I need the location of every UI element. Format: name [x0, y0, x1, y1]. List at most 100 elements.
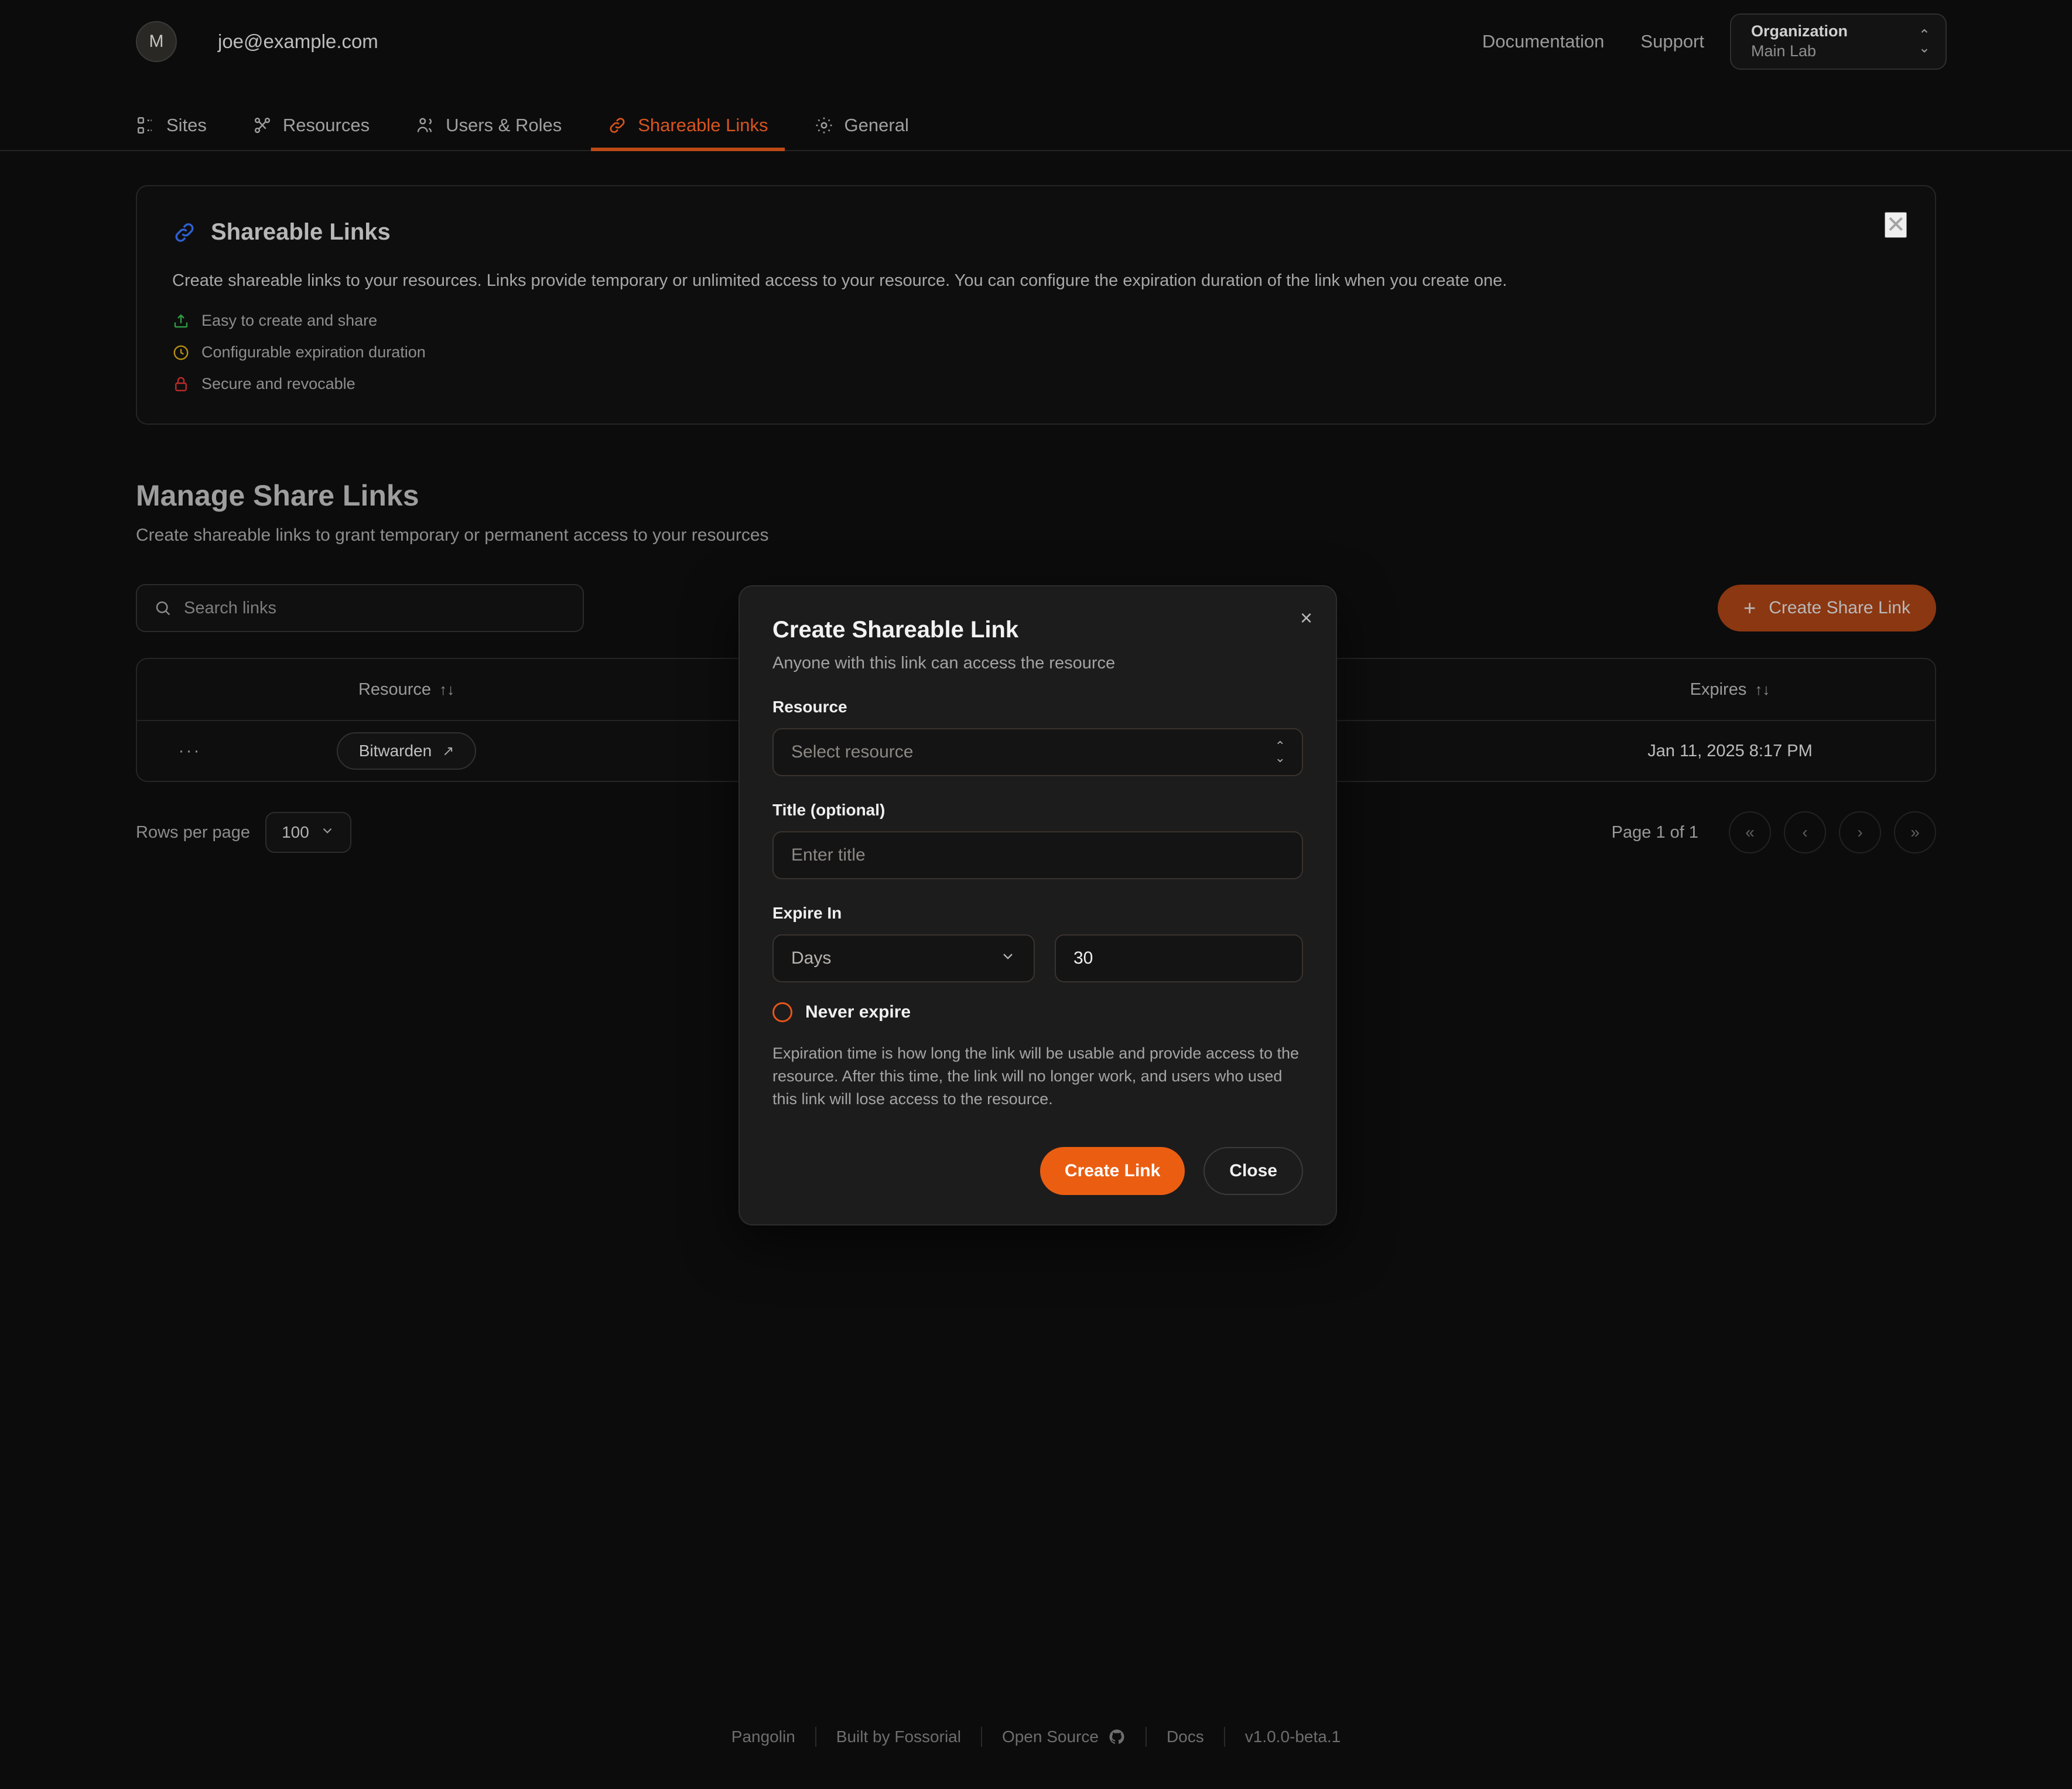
never-expire-label: Never expire	[805, 1002, 911, 1022]
tab-shareable-links[interactable]: Shareable Links	[607, 115, 768, 150]
expiration-note: Expiration time is how long the link wil…	[772, 1042, 1303, 1111]
sites-icon	[136, 115, 156, 135]
info-bullet-label: Configurable expiration duration	[201, 343, 426, 361]
close-icon[interactable]: ✕	[1885, 212, 1907, 238]
column-resource-header: Resource ↑↓	[358, 680, 454, 699]
page-subtitle: Create shareable links to grant temporar…	[136, 525, 1936, 545]
tab-users-roles-label: Users & Roles	[446, 115, 562, 136]
last-page-button[interactable]: »	[1894, 811, 1936, 853]
page-title: Manage Share Links	[136, 479, 1936, 513]
never-expire-radio[interactable]	[772, 1002, 792, 1022]
next-page-button[interactable]: ›	[1839, 811, 1881, 853]
expire-amount-input[interactable]	[1073, 948, 1284, 968]
expire-amount-wrap[interactable]	[1055, 934, 1303, 982]
search-icon	[153, 599, 172, 617]
footer: Pangolin Built by Fossorial Open Source …	[0, 1727, 2072, 1747]
column-expires[interactable]: Expires ↑↓	[1525, 680, 1935, 699]
search-input[interactable]	[184, 599, 566, 618]
app-root: M joe@example.com Documentation Support …	[0, 0, 2072, 1789]
chevron-updown-icon: ⌃⌄	[1919, 29, 1930, 54]
dialog-close-icon[interactable]: ×	[1300, 607, 1312, 629]
expire-unit-select[interactable]: Days	[772, 934, 1035, 982]
sort-icon[interactable]: ↑↓	[439, 681, 454, 699]
resource-badge[interactable]: Bitwarden ↗	[337, 732, 477, 770]
rows-per-page-label: Rows per page	[136, 823, 250, 842]
tab-users-roles[interactable]: Users & Roles	[415, 115, 562, 150]
resource-select-value: Select resource	[791, 742, 913, 762]
footer-open-source-label: Open Source	[1002, 1727, 1099, 1746]
clock-icon	[172, 344, 190, 361]
footer-built-by[interactable]: Built by Fossorial	[836, 1727, 961, 1746]
previous-page-button[interactable]: ‹	[1784, 811, 1826, 853]
plus-icon: +	[1743, 598, 1756, 619]
documentation-link[interactable]: Documentation	[1482, 31, 1605, 52]
external-link-icon: ↗	[442, 743, 454, 760]
support-link[interactable]: Support	[1640, 31, 1704, 52]
tab-general-label: General	[844, 115, 909, 136]
expire-field-label: Expire In	[772, 904, 1303, 923]
dialog-subtitle: Anyone with this link can access the res…	[772, 654, 1303, 673]
github-icon	[1108, 1728, 1126, 1746]
footer-brand[interactable]: Pangolin	[731, 1727, 795, 1746]
title-field-label: Title (optional)	[772, 801, 1303, 820]
rows-per-page-select[interactable]: 100	[265, 812, 351, 853]
column-expires-header: Expires ↑↓	[1690, 680, 1770, 699]
column-resource[interactable]: Resource ↑↓	[242, 680, 570, 699]
info-card-header: Shareable Links	[172, 219, 1900, 245]
organization-selector[interactable]: Organization Main Lab ⌃⌄	[1730, 13, 1947, 70]
organization-label: Organization	[1751, 22, 1848, 42]
footer-version: v1.0.0-beta.1	[1245, 1727, 1341, 1746]
create-share-link-button[interactable]: + Create Share Link	[1718, 585, 1936, 631]
title-input[interactable]	[791, 845, 1284, 865]
column-expires-label: Expires	[1690, 680, 1747, 699]
tab-sites-label: Sites	[166, 115, 207, 136]
close-dialog-button[interactable]: Close	[1203, 1147, 1303, 1195]
create-link-button[interactable]: Create Link	[1040, 1147, 1185, 1195]
chevron-updown-icon: ⌃⌄	[1275, 740, 1285, 764]
main-nav: Sites Resources Users & Roles	[0, 83, 2072, 151]
dialog-actions: Create Link Close	[772, 1147, 1303, 1195]
avatar[interactable]: M	[136, 21, 177, 62]
row-expires-cell: Jan 11, 2025 8:17 PM	[1525, 742, 1935, 761]
footer-separator	[981, 1727, 982, 1747]
row-actions-menu[interactable]: ···	[137, 741, 242, 761]
tab-resources-label: Resources	[283, 115, 370, 136]
tab-resources[interactable]: Resources	[252, 115, 370, 150]
pagination-controls: Page 1 of 1 « ‹ › »	[1612, 811, 1936, 853]
info-card-bullets: Easy to create and share Configurable ex…	[172, 312, 1900, 393]
avatar-initial: M	[149, 32, 164, 52]
info-bullet: Configurable expiration duration	[172, 343, 1900, 361]
search-box[interactable]	[136, 584, 584, 632]
top-bar: M joe@example.com Documentation Support …	[0, 0, 2072, 83]
info-bullet-label: Secure and revocable	[201, 375, 355, 393]
chevron-down-icon	[1000, 948, 1016, 969]
info-bullet-label: Easy to create and share	[201, 312, 377, 330]
first-page-button[interactable]: «	[1729, 811, 1771, 853]
footer-separator	[1224, 1727, 1225, 1747]
gear-icon	[814, 115, 834, 135]
info-bullet: Easy to create and share	[172, 312, 1900, 330]
tab-general[interactable]: General	[814, 115, 909, 150]
link-icon	[607, 115, 627, 135]
tab-sites[interactable]: Sites	[136, 115, 207, 150]
sort-icon[interactable]: ↑↓	[1755, 681, 1770, 699]
info-card: ✕ Shareable Links Create shareable links…	[136, 185, 1936, 425]
footer-separator	[815, 1727, 816, 1747]
top-bar-right: Documentation Support Organization Main …	[1482, 13, 1947, 70]
users-icon	[415, 115, 435, 135]
info-card-description: Create shareable links to your resources…	[172, 271, 1900, 291]
column-resource-label: Resource	[358, 680, 431, 699]
footer-open-source[interactable]: Open Source	[1002, 1727, 1126, 1746]
user-email: joe@example.com	[218, 30, 378, 53]
organization-value: Main Lab	[1751, 42, 1848, 62]
title-input-wrap[interactable]	[772, 831, 1303, 879]
share-icon	[172, 312, 190, 330]
resources-icon	[252, 115, 272, 135]
resource-select[interactable]: Select resource ⌃⌄	[772, 728, 1303, 776]
footer-docs[interactable]: Docs	[1167, 1727, 1204, 1746]
row-resource-cell: Bitwarden ↗	[242, 732, 570, 770]
resource-field-label: Resource	[772, 698, 1303, 716]
never-expire-option[interactable]: Never expire	[772, 1002, 1303, 1022]
dialog-title: Create Shareable Link	[772, 617, 1303, 643]
create-shareable-link-dialog: × Create Shareable Link Anyone with this…	[738, 585, 1337, 1225]
